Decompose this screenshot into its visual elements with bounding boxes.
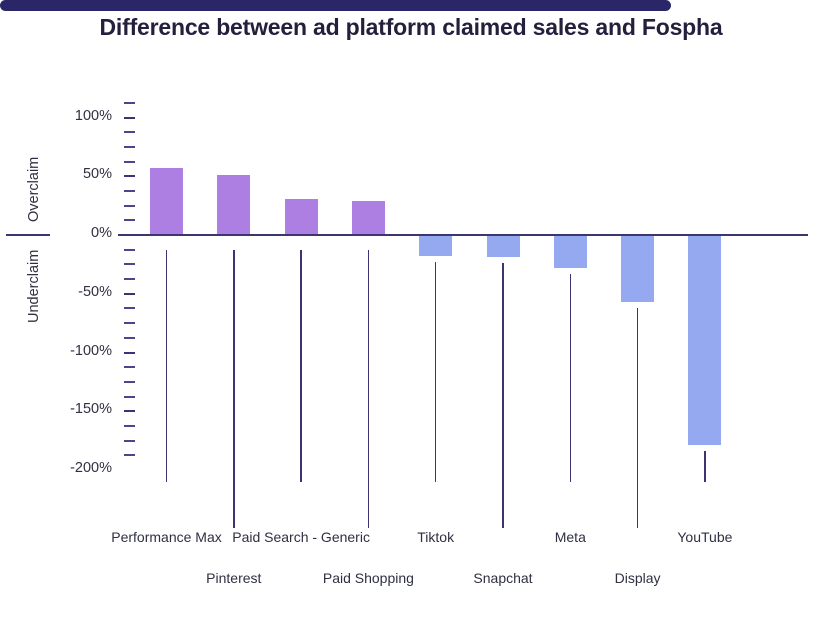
y-axis-tick-minor xyxy=(124,395,135,398)
leader-line xyxy=(636,307,639,528)
bar-youtube[interactable] xyxy=(688,235,722,446)
leader-line xyxy=(704,451,706,482)
bar-meta[interactable] xyxy=(553,235,587,268)
y-axis-tick-minor xyxy=(124,278,135,281)
bar-pinterest[interactable] xyxy=(217,175,251,235)
y-axis-tick-minor xyxy=(124,307,135,310)
y-axis-tick-minor xyxy=(124,424,135,427)
category-label: Display xyxy=(614,570,661,586)
y-axis-tick-minor xyxy=(124,439,135,442)
y-axis-tick-major xyxy=(124,410,135,413)
zero-baseline xyxy=(118,234,808,236)
category-label: YouTube xyxy=(677,529,733,545)
chart-container: Difference between ad platform claimed s… xyxy=(0,0,822,631)
bar-performance-max[interactable] xyxy=(150,168,183,235)
category-label: Tiktok xyxy=(417,529,455,545)
category-label: Paid Shopping xyxy=(322,570,414,586)
y-axis-tick-minor xyxy=(124,101,135,104)
y-axis-tick-minor xyxy=(124,160,135,163)
category-label: Paid Search - Generic xyxy=(232,529,370,545)
bar-paid-shopping[interactable] xyxy=(351,200,385,235)
y-axis-tick-minor xyxy=(124,322,135,325)
y-axis-tick-major xyxy=(124,116,135,119)
y-axis-tick-minor xyxy=(124,263,135,266)
bar-paid-search-generic[interactable] xyxy=(284,198,318,235)
leader-line xyxy=(165,250,168,482)
leader-line xyxy=(502,263,504,528)
bar-tiktok[interactable] xyxy=(419,235,453,257)
y-axis-tick-minor xyxy=(124,219,135,222)
category-label: Performance Max xyxy=(111,529,222,545)
y-axis-tick-minor xyxy=(124,380,135,383)
y-axis-tick-minor xyxy=(124,336,135,339)
y-axis-tick-minor xyxy=(124,131,135,134)
bar-snapchat[interactable] xyxy=(486,235,520,258)
plot-area: Overclaim Underclaim 100% 50% 0% -50% -100% -… xyxy=(0,0,822,631)
y-axis-tick-minor xyxy=(124,145,135,148)
leader-line xyxy=(233,250,235,528)
y-axis-tick-major xyxy=(124,292,135,295)
leader-line xyxy=(300,250,302,482)
category-label: Pinterest xyxy=(206,570,262,586)
y-axis-tick-minor xyxy=(124,454,135,457)
leader-line xyxy=(367,250,370,528)
leader-line xyxy=(569,273,572,482)
category-label: Snapchat xyxy=(473,570,533,586)
y-axis-tick-minor xyxy=(124,204,135,207)
category-label: Meta xyxy=(554,529,586,545)
leader-line xyxy=(434,262,437,482)
y-axis-tick-major xyxy=(124,175,135,178)
y-axis-tick-minor xyxy=(124,366,135,369)
bar-display[interactable] xyxy=(621,235,655,302)
y-axis-tick-minor xyxy=(124,189,135,192)
y-axis-tick-major xyxy=(124,351,135,354)
y-axis-tick-minor xyxy=(124,248,135,251)
